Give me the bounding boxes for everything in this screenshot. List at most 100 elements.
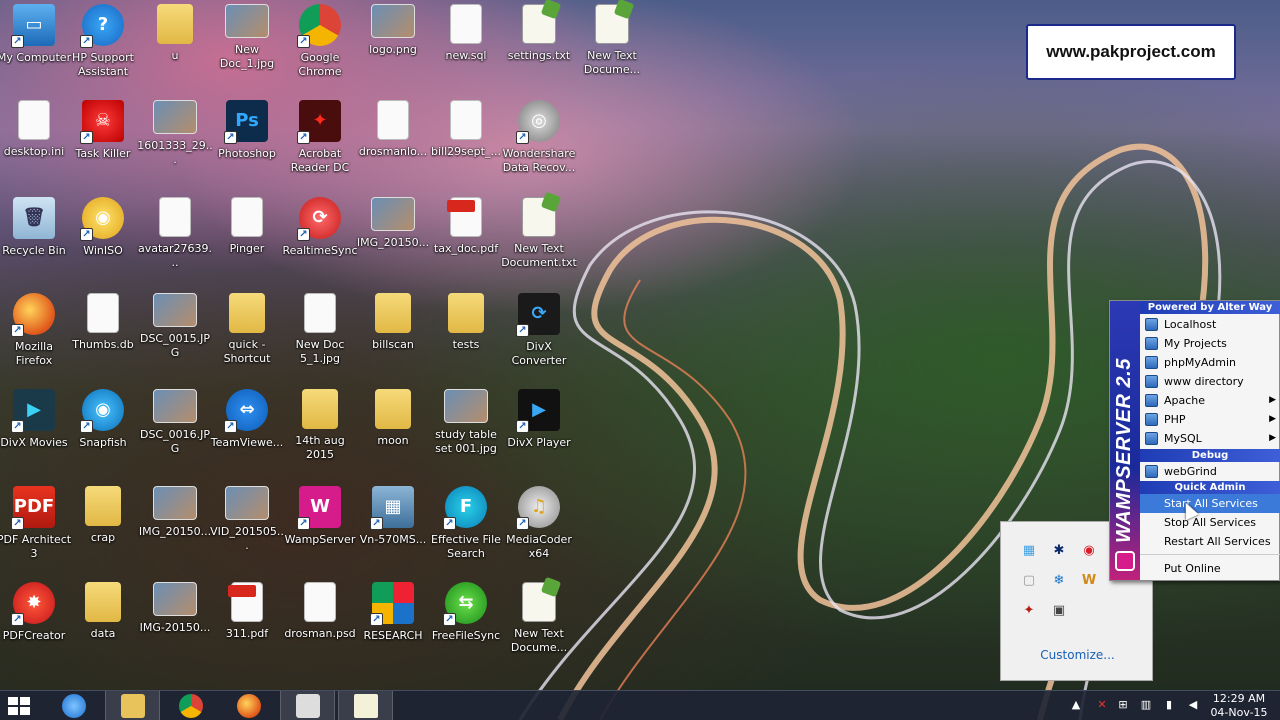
device-icon[interactable]: ▥ xyxy=(1139,698,1153,712)
desktop-icon-google-chrome[interactable]: ↗ Google Chrome xyxy=(284,0,356,94)
desktop-icon-task-killer[interactable]: ☠ ↗ Task Killer xyxy=(67,96,139,190)
desktop-icon-new-doc-1-jpg[interactable]: New Doc_1.jpg xyxy=(211,0,283,94)
desktop-icon-14th-aug-2015[interactable]: 14th aug 2015 xyxy=(284,385,356,479)
desktop-icon-teamviewe[interactable]: ⇔ ↗ TeamViewe... xyxy=(211,385,283,479)
menu-item-put-online[interactable]: Put Online xyxy=(1140,559,1280,578)
desktop-icon-crap[interactable]: crap xyxy=(67,482,139,576)
taskbar-app-window[interactable] xyxy=(280,691,335,720)
desktop-icon-mozilla-firefox[interactable]: ↗ Mozilla Firefox xyxy=(0,289,70,383)
bluetooth-icon[interactable]: ✱ xyxy=(1049,540,1069,560)
desktop-icon-vn-570ms[interactable]: ▦ ↗ Vn-570MS... xyxy=(357,482,429,576)
desktop-icon-wampserver[interactable]: W ↗ WampServer xyxy=(284,482,356,576)
desktop-icon-moon[interactable]: moon xyxy=(357,385,429,479)
taskbar-internet-explorer[interactable] xyxy=(46,691,101,720)
desktop-icon-drosmanlo[interactable]: drosmanlo... xyxy=(357,96,429,190)
menu-item-php[interactable]: PHP ▶ xyxy=(1140,410,1280,429)
taskbar-clock[interactable]: 12:29 AM 04-Nov-15 xyxy=(1204,692,1274,720)
drive-icon[interactable]: ▢ xyxy=(1019,570,1039,590)
desktop-icon-pdfcreator[interactable]: ✸ ↗ PDFCreator xyxy=(0,578,70,672)
taskbar-file-explorer[interactable] xyxy=(105,691,160,720)
desktop-icon-1601333-29[interactable]: 1601333_29... xyxy=(137,96,213,190)
desktop-icon-freefilesync[interactable]: ⇆ ↗ FreeFileSync xyxy=(430,578,502,672)
desktop-icon-new-text-docume[interactable]: New Text Docume... xyxy=(503,578,575,672)
desktop-icon-study-table-set-001-jpg[interactable]: study table set 001.jpg xyxy=(430,385,502,479)
acrobat-icon[interactable]: ✦ xyxy=(1019,600,1039,620)
taskbar-chrome[interactable] xyxy=(163,691,218,720)
start-button[interactable] xyxy=(8,697,30,715)
desktop-icon-drosman-psd[interactable]: drosman.psd xyxy=(284,578,356,672)
desktop-icon-u[interactable]: u xyxy=(139,0,211,94)
desktop-icon-divx-converter[interactable]: ⟳ ↗ DivX Converter xyxy=(503,289,575,383)
desktop-icon-new-doc-5-1-jpg[interactable]: New Doc 5_1.jpg xyxy=(284,289,356,383)
desktop-icon-hp-support-assistant[interactable]: ? ↗ HP Support Assistant xyxy=(67,0,139,94)
desktop-icon-my-computer[interactable]: ▭ ↗ My Computer xyxy=(0,0,71,94)
desktop-icon-research[interactable]: ↗ RESEARCH xyxy=(357,578,429,672)
ps-icon: Ps ↗ xyxy=(224,100,268,144)
wamp-tray-icon[interactable]: W xyxy=(1079,570,1099,590)
desktop-icon-img-20150[interactable]: IMG_20150... xyxy=(357,193,429,287)
desktop-icon-img-20150[interactable]: IMG_20150... xyxy=(139,482,211,576)
shortcut-arrow-icon: ↗ xyxy=(443,613,456,626)
menu-item-restart-all-services[interactable]: Restart All Services xyxy=(1140,532,1280,551)
menu-item-stop-all-services[interactable]: Stop All Services xyxy=(1140,513,1280,532)
desktop-icon-pinger[interactable]: Pinger xyxy=(211,193,283,287)
desktop-icon-logo-png[interactable]: logo.png xyxy=(357,0,429,94)
desktop-icon-tests[interactable]: tests xyxy=(430,289,502,383)
desktop-icon-effective-file-search[interactable]: F ↗ Effective File Search xyxy=(430,482,502,576)
desktop-icon-thumbs-db[interactable]: Thumbs.db xyxy=(67,289,139,383)
menu-item-my-projects[interactable]: My Projects xyxy=(1140,334,1280,353)
desktop-icon-recycle-bin[interactable]: 🗑 Recycle Bin xyxy=(0,193,70,287)
desktop-icon-acrobat-reader-dc[interactable]: ✦ ↗ Acrobat Reader DC xyxy=(284,96,356,190)
divxm-icon: ▶ ↗ xyxy=(11,389,55,433)
snowflake-icon[interactable]: ❄ xyxy=(1049,570,1069,590)
desktop-icon-new-text-docume[interactable]: New Text Docume... xyxy=(576,0,648,94)
desktop-icon-new-text-document-txt[interactable]: New Text Document.txt xyxy=(501,193,577,287)
taskbar-firefox[interactable] xyxy=(221,691,276,720)
volume-icon[interactable]: ◀ xyxy=(1186,698,1200,712)
network-signal-icon[interactable]: ▮ xyxy=(1162,698,1176,712)
desktop-icon-data[interactable]: data xyxy=(67,578,139,672)
menu-item-localhost[interactable]: Localhost xyxy=(1140,315,1280,334)
desktop-icon-divx-movies[interactable]: ▶ ↗ DivX Movies xyxy=(0,385,70,479)
menu-item-start-all-services[interactable]: Start All Services xyxy=(1140,494,1280,513)
beats-icon[interactable]: ◉ xyxy=(1079,540,1099,560)
network-icon[interactable]: ▦ xyxy=(1019,540,1039,560)
desktop-icon-img-20150[interactable]: IMG-20150... xyxy=(139,578,211,672)
action-center-icon[interactable]: ✕ xyxy=(1095,698,1109,712)
desktop-icon-vid-201505[interactable]: VID_201505... xyxy=(210,482,284,576)
desktop-icon-tax-doc-pdf[interactable]: tax_doc.pdf xyxy=(430,193,502,287)
desktop-icon-bill29sept[interactable]: bill29sept_... xyxy=(430,96,502,190)
desktop-icon-avatar27639[interactable]: avatar27639... xyxy=(138,193,212,287)
desktop-icon-dsc-0016-jpg[interactable]: DSC_0016.JPG xyxy=(139,385,211,479)
desktop-icon-snapfish[interactable]: ◉ ↗ Snapfish xyxy=(67,385,139,479)
desktop-icon-billscan[interactable]: billscan xyxy=(357,289,429,383)
desktop-icon-mediacoder-x64[interactable]: ♫ ↗ MediaCoder x64 xyxy=(503,482,575,576)
desktop-icon-realtimesync[interactable]: ⟳ ↗ RealtimeSync xyxy=(282,193,358,287)
desktop-icon-dsc-0015-jpg[interactable]: DSC_0015.JPG xyxy=(139,289,211,383)
desktop-icon-label: Vn-570MS... xyxy=(359,533,427,546)
desktop-icon-311-pdf[interactable]: 311.pdf xyxy=(211,578,283,672)
desktop-icon-new-sql[interactable]: new.sql xyxy=(430,0,502,94)
show-hidden-icons-button[interactable]: ▲ xyxy=(1069,698,1083,712)
wampserver-menu: WAMPSERVER 2.5 Powered by Alter Way Loca… xyxy=(1109,300,1280,581)
desktop-icon-settings-txt[interactable]: settings.txt xyxy=(503,0,575,94)
desktop-icon-label: Task Killer xyxy=(75,147,131,160)
desktop-icon-wondershare-data-recov[interactable]: ◎ ↗ Wondershare Data Recov... xyxy=(503,96,575,190)
desktop-icon-desktop-ini[interactable]: desktop.ini xyxy=(0,96,70,190)
desktop-icon-quick-shortcut[interactable]: quick - Shortcut xyxy=(211,289,283,383)
taskbar-notepad[interactable] xyxy=(338,691,393,720)
windows-flag-icon[interactable]: ⊞ xyxy=(1116,698,1130,712)
desktop-icon-divx-player[interactable]: ▶ ↗ DivX Player xyxy=(503,385,575,479)
menu-item-mysql[interactable]: MySQL ▶ xyxy=(1140,429,1280,448)
desktop-icon-photoshop[interactable]: Ps ↗ Photoshop xyxy=(211,96,283,190)
desktop-icon-label: New Text Docume... xyxy=(583,49,641,76)
desktop-icon-winiso[interactable]: ◉ ↗ WinISO xyxy=(67,193,139,287)
menu-item-www-directory[interactable]: www directory xyxy=(1140,372,1280,391)
desktop-icon-label: crap xyxy=(90,531,116,544)
window-icon[interactable]: ▣ xyxy=(1049,600,1069,620)
desktop-icon-pdf-architect-3[interactable]: PDF ↗ PDF Architect 3 xyxy=(0,482,71,576)
menu-item-apache[interactable]: Apache ▶ xyxy=(1140,391,1280,410)
menu-item-webgrind[interactable]: webGrind xyxy=(1140,462,1280,481)
menu-item-phpmyadmin[interactable]: phpMyAdmin xyxy=(1140,353,1280,372)
customize-link[interactable]: Customize... xyxy=(1001,648,1154,662)
